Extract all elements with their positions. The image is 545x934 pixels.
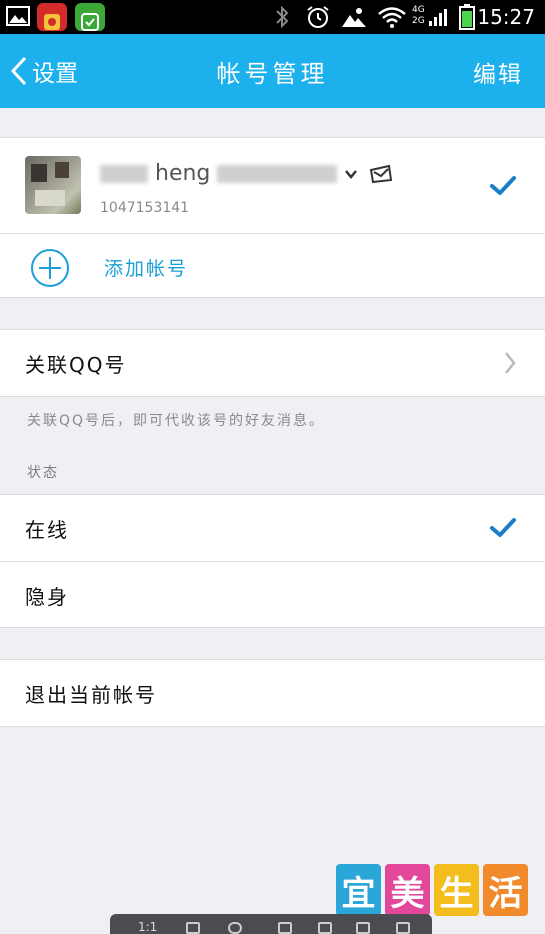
status-option-label: 隐身	[25, 585, 69, 609]
member-badge-icon	[370, 164, 393, 184]
watermark-char: 生	[434, 864, 479, 916]
battery-icon	[459, 4, 475, 30]
weather-icon	[342, 8, 366, 27]
watermark-logo: 宜 美 生 活	[336, 864, 532, 920]
status-option-online[interactable]: 在线	[0, 495, 545, 561]
linked-qq-label: 关联QQ号	[25, 353, 127, 377]
page-title: 帐号管理	[216, 60, 329, 88]
checkmark-icon	[490, 518, 516, 537]
account-id: 1047153141	[100, 200, 190, 216]
linked-qq-hint: 关联QQ号后，即可代收该号的好友消息。	[27, 413, 326, 429]
signal-icon	[429, 9, 447, 26]
gallery-icon	[6, 6, 30, 26]
share-icon[interactable]	[396, 922, 410, 934]
image-viewer-toolbar: 1:1	[110, 914, 432, 934]
redacted-name-block	[100, 165, 148, 183]
linked-qq-section: 关联QQ号	[0, 329, 545, 397]
status-bar: 4G 2G 15:27	[0, 0, 545, 34]
clock-time: 15:27	[477, 5, 535, 29]
network-type-label: 4G 2G	[412, 5, 425, 26]
watermark-char: 活	[483, 864, 528, 916]
status-option-invisible[interactable]: 隐身	[0, 561, 545, 627]
watermark-char: 宜	[336, 864, 381, 916]
status-section-header: 状态	[27, 465, 59, 481]
chevron-down-icon	[345, 170, 358, 179]
status-option-label: 在线	[25, 518, 69, 542]
rotate-icon[interactable]	[228, 922, 242, 934]
linked-qq-row[interactable]: 关联QQ号	[0, 330, 545, 396]
status-options: 在线 隐身	[0, 494, 545, 628]
chevron-right-icon	[505, 352, 516, 374]
edit-button[interactable]: 编辑	[473, 55, 523, 89]
logout-label: 退出当前帐号	[25, 683, 157, 707]
logout-section: 退出当前帐号	[0, 659, 545, 727]
account-nickname: heng	[100, 160, 393, 188]
security-app-icon[interactable]	[75, 3, 105, 31]
account-row[interactable]: heng 1047153141	[0, 138, 545, 233]
wallet-app-icon[interactable]	[37, 3, 67, 31]
bluetooth-icon	[276, 5, 289, 29]
add-account-label: 添加帐号	[104, 258, 189, 280]
account-list: heng 1047153141 添加帐号	[0, 137, 545, 298]
checkmark-icon	[490, 176, 516, 195]
zoom-level[interactable]: 1:1	[138, 920, 157, 934]
redacted-name-block	[217, 165, 338, 183]
wifi-icon	[378, 7, 406, 28]
zoom-in-icon[interactable]	[318, 922, 332, 934]
watermark-char: 美	[385, 864, 430, 916]
fit-screen-icon[interactable]	[186, 922, 200, 934]
save-icon[interactable]	[278, 922, 292, 934]
add-account-row[interactable]: 添加帐号	[0, 233, 545, 297]
copy-icon[interactable]	[356, 922, 370, 934]
avatar	[25, 156, 81, 214]
logout-button[interactable]: 退出当前帐号	[0, 660, 545, 726]
alarm-icon	[307, 6, 329, 28]
account-nickname-text: heng	[155, 161, 211, 186]
nav-bar: 设置 帐号管理 编辑	[0, 34, 545, 108]
add-circle-icon	[31, 249, 69, 287]
